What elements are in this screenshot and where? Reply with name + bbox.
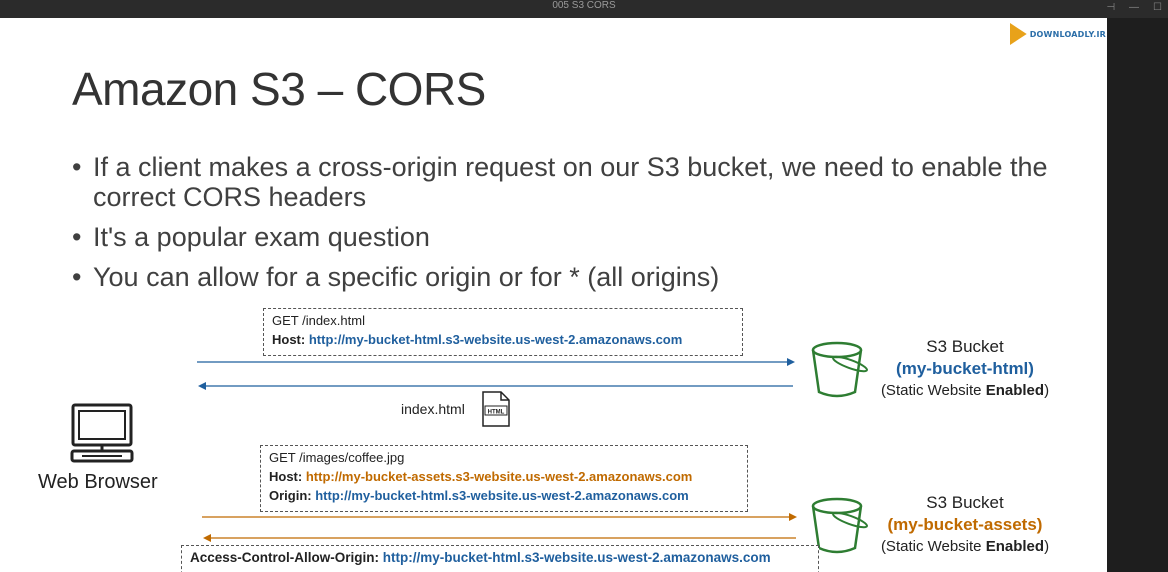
bucket-assets-label: S3 Bucket (my-bucket-assets) (Static Web… xyxy=(860,492,1070,558)
window-title: 005 S3 CORS xyxy=(552,0,616,11)
bullet-item: It's a popular exam question xyxy=(72,222,1052,252)
response-box-cors: Access-Control-Allow-Origin: http://my-b… xyxy=(181,545,819,572)
cors-header-line: Access-Control-Allow-Origin: http://my-b… xyxy=(190,550,771,565)
bucket-title: S3 Bucket xyxy=(926,493,1004,512)
logo-text: DOWNLOADLY.IR xyxy=(1029,29,1106,39)
host-line: Host: http://my-bucket-assets.s3-website… xyxy=(269,469,693,484)
slide: DOWNLOADLY.IR Amazon S3 – CORS If a clie… xyxy=(0,18,1107,572)
web-browser-label: Web Browser xyxy=(38,471,158,493)
logo: DOWNLOADLY.IR xyxy=(1010,22,1106,46)
bullet-item: You can allow for a specific origin or f… xyxy=(72,262,1052,292)
bullet-item: If a client makes a cross-origin request… xyxy=(72,152,1052,212)
request-box-assets: GET /images/coffee.jpg Host: http://my-b… xyxy=(260,445,748,512)
slide-title: Amazon S3 – CORS xyxy=(72,63,486,115)
arrows-html-bucket xyxy=(197,358,795,390)
window-titlebar: 005 S3 CORS ⊣ — ☐ xyxy=(0,0,1168,18)
html-file-icon: HTML xyxy=(482,391,510,427)
computer-icon xyxy=(70,403,134,463)
host-line: Host: http://my-bucket-html.s3-website.u… xyxy=(272,332,683,347)
svg-text:HTML: HTML xyxy=(488,410,505,416)
side-panel xyxy=(1107,18,1168,572)
minimize-icon[interactable]: — xyxy=(1129,2,1139,14)
bucket-html-label: S3 Bucket (my-bucket-html) (Static Websi… xyxy=(860,336,1070,402)
pin-icon[interactable]: ⊣ xyxy=(1106,2,1115,14)
bucket-title: S3 Bucket xyxy=(926,337,1004,356)
origin-line: Origin: http://my-bucket-html.s3-website… xyxy=(269,488,689,503)
bucket-status: (Static Website Enabled) xyxy=(880,382,1050,399)
maximize-icon[interactable]: ☐ xyxy=(1153,2,1162,14)
request-line: GET /index.html xyxy=(272,313,365,328)
window-controls: ⊣ — ☐ xyxy=(1106,0,1162,16)
arrows-assets-bucket xyxy=(202,513,797,542)
bucket-status: (Static Website Enabled) xyxy=(880,538,1050,555)
bucket-name: (my-bucket-assets) xyxy=(887,515,1043,534)
request-box-index: GET /index.html Host: http://my-bucket-h… xyxy=(263,308,743,356)
bullet-list: If a client makes a cross-origin request… xyxy=(72,152,1052,302)
request-line: GET /images/coffee.jpg xyxy=(269,450,405,465)
bucket-name: (my-bucket-html) xyxy=(896,359,1034,378)
play-logo-icon xyxy=(1010,23,1027,45)
file-label: index.html xyxy=(401,401,465,417)
